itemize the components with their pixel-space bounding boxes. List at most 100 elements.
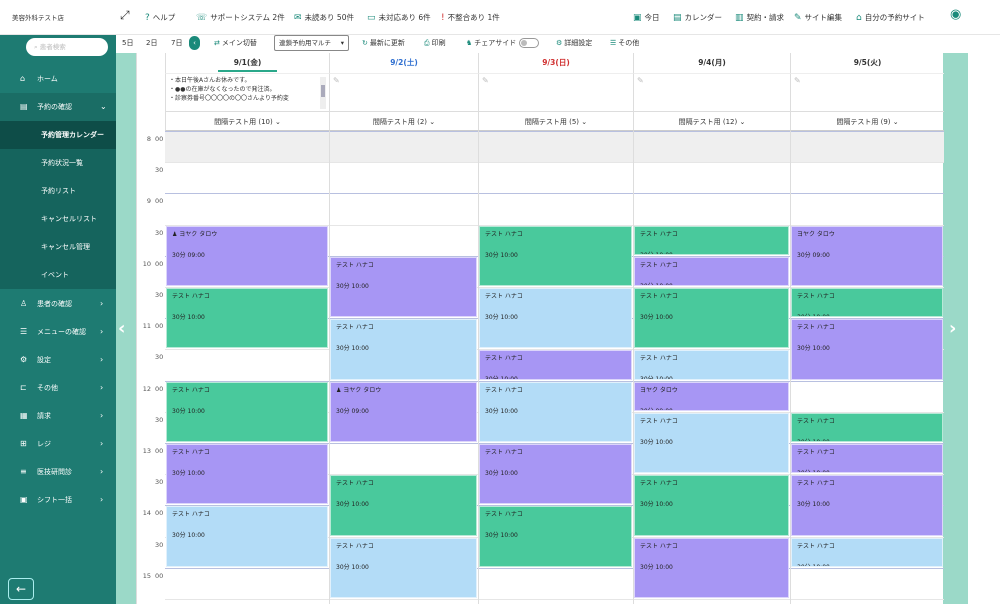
appointment-block[interactable]: テスト ハナコ 30分 10:00 xyxy=(634,225,789,255)
appointment-block[interactable]: ♟ ヨヤク タロウ 30分 09:00 xyxy=(330,381,477,442)
day-header[interactable]: 9/4(月) xyxy=(633,53,790,73)
appointment-duration: 30分 10:00 xyxy=(336,501,369,509)
calendar-link[interactable]: ▤ カレンダー xyxy=(673,11,722,25)
memo-scrollbar[interactable] xyxy=(320,77,326,109)
appointment-block[interactable]: テスト ハナコ 30分 10:00 xyxy=(479,350,632,380)
today-link[interactable]: ▣ 今日 xyxy=(633,11,660,25)
appointment-block[interactable]: ヨヤク タロウ 30分 09:00 xyxy=(791,225,943,286)
sidebar-item-home[interactable]: ⌂ ホーム xyxy=(0,65,116,93)
appointment-block[interactable]: テスト ハナコ 30分 10:00 xyxy=(791,475,943,536)
patient-search-input[interactable]: ⌕ 患者検索 xyxy=(26,38,108,56)
day-header[interactable]: 9/5(火) xyxy=(790,53,944,73)
minute-label: 00 xyxy=(155,509,164,518)
appointment-block[interactable]: テスト ハナコ 30分 10:00 xyxy=(166,444,328,505)
view-2day-button[interactable]: 2日 xyxy=(146,36,157,50)
appointment-block[interactable]: テスト ハナコ 30分 10:00 xyxy=(634,412,789,474)
appointment-block[interactable]: テスト ハナコ 30分 10:00 xyxy=(791,412,943,442)
account-icon[interactable]: ◉ xyxy=(950,8,961,22)
appointment-block[interactable]: テスト ハナコ 30分 10:00 xyxy=(166,506,328,567)
view-5day-button[interactable]: 5日 xyxy=(122,36,133,50)
collapse-sidebar-button[interactable]: ← xyxy=(8,578,34,600)
appointment-block[interactable]: テスト ハナコ 30分 10:00 xyxy=(791,537,943,567)
appointment-block[interactable]: テスト ハナコ 30分 10:00 xyxy=(634,256,789,286)
appointment-block[interactable]: テスト ハナコ 30分 10:00 xyxy=(791,444,943,474)
appointment-block[interactable]: テスト ハナコ 30分 10:00 xyxy=(479,381,632,442)
appointment-block[interactable]: ヨヤク タロウ 30分 09:00 xyxy=(634,381,789,411)
pencil-icon[interactable]: ✎ xyxy=(482,76,489,85)
site-edit-link[interactable]: ✎ サイト編集 xyxy=(794,11,842,25)
appointment-block[interactable]: テスト ハナコ 30分 10:00 xyxy=(479,225,632,286)
mismatch-link[interactable]: ! 不整合あり 1件 xyxy=(441,11,500,25)
appointment-block[interactable]: テスト ハナコ 30分 10:00 xyxy=(791,288,943,318)
main-switch-button[interactable]: ⇄ メイン切替 xyxy=(214,36,257,50)
appointment-block[interactable]: テスト ハナコ 30分 10:00 xyxy=(330,256,477,318)
view-7day-button[interactable]: 7日 xyxy=(171,36,182,50)
unhandled-link[interactable]: ▭ 未対応あり 6件 xyxy=(367,11,431,25)
appointment-block[interactable]: テスト ハナコ 30分 10:00 xyxy=(166,381,328,442)
pencil-icon[interactable]: ✎ xyxy=(333,76,340,85)
appointment-block[interactable]: テスト ハナコ 30分 10:00 xyxy=(166,288,328,349)
day-memo[interactable]: ✎ xyxy=(633,73,790,111)
appointment-block[interactable]: テスト ハナコ 30分 10:00 xyxy=(634,475,789,536)
prev-period-button[interactable]: ‹ xyxy=(116,53,136,604)
clinic-name[interactable]: 美容外科テスト店 xyxy=(12,11,64,25)
chairside-toggle[interactable]: ♞ チェアサイド xyxy=(466,36,540,50)
print-button[interactable]: ⎙ 印刷 xyxy=(424,36,446,50)
sidebar-item-invoice[interactable]: ▦ 請求 › xyxy=(0,402,116,430)
staff-select[interactable]: 間隔テスト用 (12) ⌄ xyxy=(633,111,790,131)
calendar-select[interactable]: 連鎖予約用マルチ ▾ xyxy=(274,35,349,51)
toggle-switch[interactable] xyxy=(519,38,540,48)
chevron-left-icon[interactable]: ‹ xyxy=(189,36,200,50)
pencil-icon[interactable]: ✎ xyxy=(637,76,644,85)
appointment-block[interactable]: テスト ハナコ 30分 10:00 xyxy=(634,288,789,349)
refresh-button[interactable]: ↻ 最新に更新 xyxy=(362,36,405,50)
day-header[interactable]: 9/2(土) xyxy=(329,53,478,73)
sidebar-item-patient[interactable]: ♙ 患者の確認 › xyxy=(0,290,116,318)
day-header[interactable]: 9/1(金) xyxy=(165,53,329,73)
detail-settings-button[interactable]: ⚙ 詳細設定 xyxy=(556,36,592,50)
staff-select[interactable]: 間隔テスト用 (5) ⌄ xyxy=(478,111,633,131)
sidebar-item-settings[interactable]: ⚙ 設定 › xyxy=(0,346,116,374)
appointment-block[interactable]: テスト ハナコ 30分 10:00 xyxy=(479,444,632,505)
sidebar-item-register[interactable]: ⊞ レジ › xyxy=(0,430,116,458)
sidebar-item-shift[interactable]: ▣ シフト一括 › xyxy=(0,486,116,514)
staff-select[interactable]: 間隔テスト用 (10) ⌄ xyxy=(165,111,329,131)
help-link[interactable]: ? ヘルプ xyxy=(145,11,175,25)
appointment-block[interactable]: テスト ハナコ 30分 10:00 xyxy=(479,288,632,349)
sidebar-sub-cancel-list[interactable]: キャンセルリスト xyxy=(0,205,116,233)
appointment-block[interactable]: テスト ハナコ 30分 10:00 xyxy=(634,350,789,380)
sidebar-sub-event[interactable]: イベント xyxy=(0,261,116,289)
sidebar-item-ai[interactable]: ≡ 医技研問診 › xyxy=(0,458,116,486)
contract-link[interactable]: ▥ 契約・請求 xyxy=(735,11,784,25)
sidebar-item-other[interactable]: ⊏ その他 › xyxy=(0,374,116,402)
day-memo[interactable]: ✎ xyxy=(329,73,478,111)
staff-select[interactable]: 間隔テスト用 (2) ⌄ xyxy=(329,111,478,131)
appointment-block[interactable]: テスト ハナコ 30分 10:00 xyxy=(330,537,477,598)
appointment-block[interactable]: テスト ハナコ 30分 10:00 xyxy=(634,537,789,598)
unread-link[interactable]: ✉ 未読あり 50件 xyxy=(294,11,354,25)
support-link[interactable]: ☏ サポートシステム 2件 xyxy=(196,11,285,25)
sidebar-sub-status[interactable]: 予約状況一覧 xyxy=(0,149,116,177)
sidebar-sub-calendar[interactable]: 予約管理カレンダー xyxy=(0,121,116,149)
sidebar-sub-cancel-manage[interactable]: キャンセル管理 xyxy=(0,233,116,261)
my-site-link[interactable]: ⌂ 自分の予約サイト xyxy=(856,11,925,25)
other-menu-button[interactable]: ☰ その他 xyxy=(610,36,639,50)
appointment-block[interactable]: テスト ハナコ 30分 10:00 xyxy=(330,475,477,536)
sidebar-item-reservation[interactable]: ▤ 予約の確認 ⌄ xyxy=(0,93,116,121)
appointment-block[interactable]: ♟ ヨヤク タロウ 30分 09:00 xyxy=(166,225,328,286)
sidebar-sub-list[interactable]: 予約リスト xyxy=(0,177,116,205)
expand-icon[interactable]: ⤢ xyxy=(120,8,130,22)
appointment-block[interactable]: テスト ハナコ 30分 10:00 xyxy=(479,506,632,567)
next-period-button[interactable]: › xyxy=(943,53,968,604)
day-memo[interactable]: ✎ xyxy=(790,73,944,111)
appointment-block[interactable]: テスト ハナコ 30分 10:00 xyxy=(330,319,477,380)
day-memo[interactable]: ・本日午後Aさんお休みです。 ・●●の在庫がなくなったので発注済。 ・診察券番号〇〇… xyxy=(165,73,329,111)
staff-label: 間隔テスト用 (12) xyxy=(678,118,740,126)
pencil-icon[interactable]: ✎ xyxy=(794,76,801,85)
appointment-duration: 30分 10:00 xyxy=(336,563,369,571)
day-header[interactable]: 9/3(日) xyxy=(478,53,633,73)
appointment-block[interactable]: テスト ハナコ 30分 10:00 xyxy=(791,319,943,380)
sidebar-item-menu[interactable]: ☰ メニューの確認 › xyxy=(0,318,116,346)
day-memo[interactable]: ✎ xyxy=(478,73,633,111)
staff-select[interactable]: 間隔テスト用 (9) ⌄ xyxy=(790,111,944,131)
